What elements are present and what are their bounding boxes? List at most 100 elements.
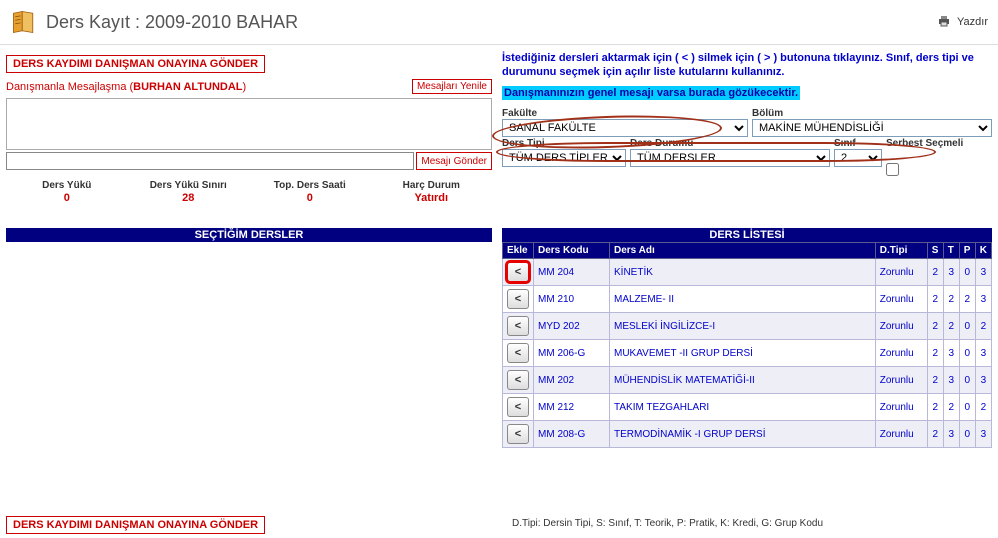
print-button[interactable]: Yazdır xyxy=(937,15,988,30)
book-icon xyxy=(10,8,38,36)
course-code: MM 210 xyxy=(534,286,610,313)
course-name: MESLEKİ İNGİLİZCE-I xyxy=(610,313,876,340)
printer-icon xyxy=(937,15,951,30)
course-s: 2 xyxy=(927,394,943,421)
table-row: <MM 204KİNETİKZorunlu2303 xyxy=(503,259,992,286)
add-course-button[interactable]: < xyxy=(507,343,529,363)
course-s: 2 xyxy=(927,313,943,340)
course-p: 2 xyxy=(959,286,975,313)
course-t: 2 xyxy=(943,313,959,340)
print-label: Yazdır xyxy=(957,16,988,28)
course-p: 0 xyxy=(959,394,975,421)
course-name: KİNETİK xyxy=(610,259,876,286)
load-label: Ders Yükü xyxy=(6,180,128,191)
course-p: 0 xyxy=(959,421,975,448)
dept-label: Bölüm xyxy=(752,108,992,119)
add-course-button[interactable]: < xyxy=(507,262,529,282)
course-s: 2 xyxy=(927,340,943,367)
course-name: MALZEME- II xyxy=(610,286,876,313)
limit-label: Ders Yükü Sınırı xyxy=(128,180,250,191)
course-k: 2 xyxy=(975,313,991,340)
advisor-label: Danışmanla Mesajlaşma ( xyxy=(6,81,133,93)
course-t: 2 xyxy=(943,394,959,421)
add-course-button[interactable]: < xyxy=(507,316,529,336)
course-code: MM 202 xyxy=(534,367,610,394)
course-type: Zorunlu xyxy=(875,313,927,340)
course-t: 3 xyxy=(943,367,959,394)
course-t: 3 xyxy=(943,259,959,286)
limit-value: 28 xyxy=(128,192,250,204)
add-course-button[interactable]: < xyxy=(507,370,529,390)
col-code: Ders Kodu xyxy=(534,243,610,259)
course-name: MUKAVEMET -II GRUP DERSİ xyxy=(610,340,876,367)
course-t: 2 xyxy=(943,286,959,313)
selected-courses-area xyxy=(6,242,492,482)
message-input[interactable] xyxy=(6,152,414,170)
messages-display xyxy=(6,98,492,150)
course-code: MYD 202 xyxy=(534,313,610,340)
faculty-select[interactable]: SANAL FAKÜLTE xyxy=(502,119,748,137)
course-list-header: DERS LİSTESİ xyxy=(502,228,992,242)
elective-checkbox[interactable] xyxy=(886,163,899,176)
course-p: 0 xyxy=(959,367,975,394)
course-type: Zorunlu xyxy=(875,367,927,394)
col-t: T xyxy=(943,243,959,259)
course-type: Zorunlu xyxy=(875,394,927,421)
course-t: 3 xyxy=(943,421,959,448)
status-label: Ders Durumu xyxy=(630,138,830,149)
course-k: 3 xyxy=(975,421,991,448)
submit-to-advisor-button-bottom[interactable]: DERS KAYDIMI DANIŞMAN ONAYINA GÖNDER xyxy=(6,516,265,534)
submit-to-advisor-button[interactable]: DERS KAYDIMI DANIŞMAN ONAYINA GÖNDER xyxy=(6,55,265,73)
year-label: Sınıf xyxy=(834,138,882,149)
course-table: Ekle Ders Kodu Ders Adı D.Tipi S T P K <… xyxy=(502,242,992,448)
load-value: 0 xyxy=(6,192,128,204)
advisor-name: BURHAN ALTUNDAL xyxy=(133,81,242,93)
refresh-messages-button[interactable]: Mesajları Yenile xyxy=(412,79,492,94)
course-s: 2 xyxy=(927,286,943,313)
hours-value: 0 xyxy=(249,192,371,204)
elective-label: Serbest Seçmeli xyxy=(886,138,992,149)
status-select[interactable]: TÜM DERSLER xyxy=(630,149,830,167)
table-row: <MM 210MALZEME- IIZorunlu2223 xyxy=(503,286,992,313)
send-message-button[interactable]: Mesajı Gönder xyxy=(416,152,492,170)
fee-value: Yatırdı xyxy=(371,192,493,204)
course-code: MM 206-G xyxy=(534,340,610,367)
course-type: Zorunlu xyxy=(875,340,927,367)
course-p: 0 xyxy=(959,259,975,286)
faculty-label: Fakülte xyxy=(502,108,748,119)
advisor-message-placeholder: Danışmanınızın genel mesajı varsa burada… xyxy=(502,86,800,100)
course-s: 2 xyxy=(927,421,943,448)
course-p: 0 xyxy=(959,340,975,367)
add-course-button[interactable]: < xyxy=(507,289,529,309)
selected-courses-header: SEÇTİĞİM DERSLER xyxy=(6,228,492,242)
course-type: Zorunlu xyxy=(875,259,927,286)
dept-select[interactable]: MAKİNE MÜHENDİSLİĞİ xyxy=(752,119,992,137)
col-p: P xyxy=(959,243,975,259)
course-code: MM 212 xyxy=(534,394,610,421)
course-name: MÜHENDİSLİK MATEMATİĞİ-II xyxy=(610,367,876,394)
course-k: 3 xyxy=(975,367,991,394)
table-row: <MM 208-GTERMODİNAMİK -I GRUP DERSİZorun… xyxy=(503,421,992,448)
course-type: Zorunlu xyxy=(875,286,927,313)
course-k: 3 xyxy=(975,340,991,367)
course-code: MM 208-G xyxy=(534,421,610,448)
legend-text: D.Tipi: Dersin Tipi, S: Sınıf, T: Teorik… xyxy=(512,512,992,538)
year-select[interactable]: 2 xyxy=(834,149,882,167)
type-select[interactable]: TÜM DERS TİPLERİ xyxy=(502,149,626,167)
course-t: 3 xyxy=(943,340,959,367)
add-course-button[interactable]: < xyxy=(507,424,529,444)
course-p: 0 xyxy=(959,313,975,340)
course-name: TAKIM TEZGAHLARI xyxy=(610,394,876,421)
instructions-text: İstediğiniz dersleri aktarmak için ( < )… xyxy=(502,51,992,80)
course-name: TERMODİNAMİK -I GRUP DERSİ xyxy=(610,421,876,448)
add-course-button[interactable]: < xyxy=(507,397,529,417)
col-s: S xyxy=(927,243,943,259)
type-label: Ders Tipi xyxy=(502,138,626,149)
table-row: <MM 202MÜHENDİSLİK MATEMATİĞİ-IIZorunlu2… xyxy=(503,367,992,394)
course-k: 2 xyxy=(975,394,991,421)
course-type: Zorunlu xyxy=(875,421,927,448)
table-row: <MM 212TAKIM TEZGAHLARIZorunlu2202 xyxy=(503,394,992,421)
hours-label: Top. Ders Saati xyxy=(249,180,371,191)
fee-label: Harç Durum xyxy=(371,180,493,191)
table-row: <MM 206-GMUKAVEMET -II GRUP DERSİZorunlu… xyxy=(503,340,992,367)
